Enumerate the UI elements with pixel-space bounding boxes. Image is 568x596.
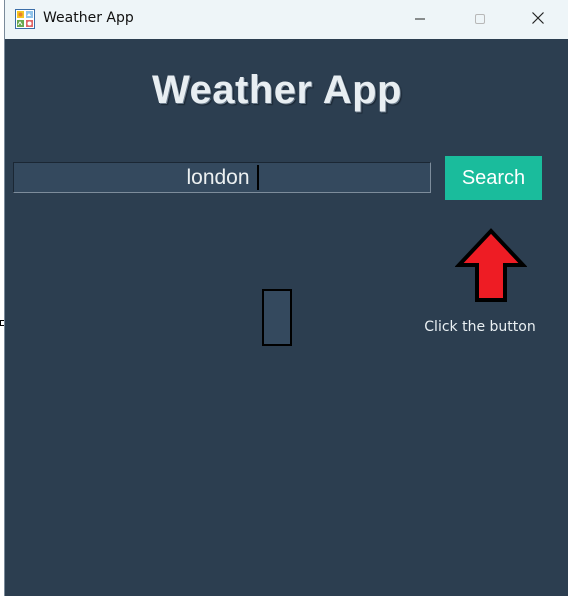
- search-button[interactable]: Search: [445, 156, 542, 200]
- weather-app-icon: [15, 9, 35, 29]
- close-icon: [531, 10, 545, 29]
- app-window: Weather App Weather App Search Click the…: [4, 0, 568, 596]
- hint-text: Click the button: [424, 319, 536, 335]
- window-title: Weather App: [43, 10, 134, 26]
- weather-result-label: [262, 289, 292, 346]
- maximize-button[interactable]: [457, 0, 503, 39]
- city-search-input[interactable]: [13, 162, 431, 193]
- page-title: Weather App: [152, 68, 402, 112]
- minimize-icon: [414, 10, 426, 29]
- maximize-icon: [474, 10, 486, 29]
- title-bar[interactable]: Weather App: [5, 0, 568, 39]
- close-button[interactable]: [515, 0, 561, 39]
- text-caret: [257, 165, 259, 190]
- minimize-button[interactable]: [397, 0, 443, 39]
- up-arrow-icon: [454, 228, 528, 304]
